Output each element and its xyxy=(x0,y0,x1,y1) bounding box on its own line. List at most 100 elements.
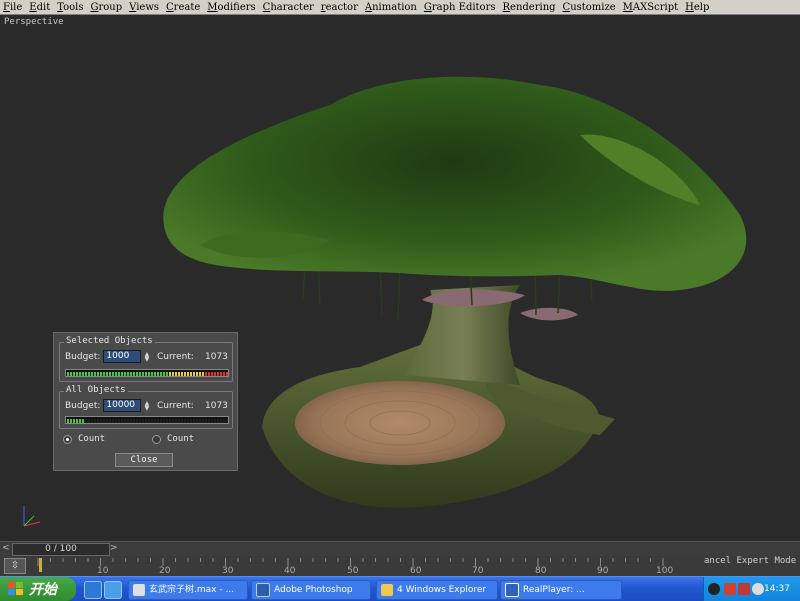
all-meter-segment xyxy=(76,419,78,423)
track-bar[interactable]: ⇳ 10 20 30 40 50 60 70 80 90 100 xyxy=(0,556,800,576)
menu-animation[interactable]: Animation xyxy=(362,2,421,13)
antivirus-icon[interactable] xyxy=(738,583,750,595)
all-budget-spinner[interactable]: 10000 xyxy=(103,399,142,412)
all-meter-segment xyxy=(163,419,165,423)
selected-meter-segment xyxy=(112,372,114,376)
chevron-right-icon[interactable]: > xyxy=(110,543,119,555)
start-label: 开始 xyxy=(29,582,57,598)
menu-character[interactable]: Character xyxy=(260,2,318,13)
all-meter-segment xyxy=(106,419,108,423)
task-photoshop[interactable]: Adobe Photoshop xyxy=(251,580,371,600)
selected-meter-segment xyxy=(70,372,72,376)
all-meter-segment xyxy=(199,419,201,423)
selected-meter-segment xyxy=(142,372,144,376)
selected-meter-segment xyxy=(91,372,93,376)
selected-meter-segment xyxy=(220,372,222,376)
all-meter-segment xyxy=(208,419,210,423)
spinner-arrows-icon[interactable]: ▲ ▼ xyxy=(143,400,150,411)
all-meter-segment xyxy=(130,419,132,423)
selected-meter-segment xyxy=(154,372,156,376)
all-objects-title: All Objects xyxy=(64,385,128,395)
windows-logo-icon xyxy=(8,582,23,595)
menu-modifiers[interactable]: Modifiers xyxy=(204,2,259,13)
selected-meter-segment xyxy=(217,372,219,376)
selected-meter-segment xyxy=(79,372,81,376)
show-desktop-icon[interactable] xyxy=(104,581,122,599)
ruler-label: 20 xyxy=(159,566,171,576)
all-meter-bar xyxy=(67,419,228,423)
all-meter-segment xyxy=(217,419,219,423)
qq-icon[interactable] xyxy=(708,583,720,595)
selected-meter-segment xyxy=(157,372,159,376)
selected-meter-segment xyxy=(106,372,108,376)
tray-app-icon[interactable] xyxy=(724,583,736,595)
all-meter-segment xyxy=(214,419,216,423)
selected-meter-segment xyxy=(121,372,123,376)
menu-edit[interactable]: Edit xyxy=(26,2,54,13)
selected-meter-segment xyxy=(196,372,198,376)
selected-meter-segment xyxy=(139,372,141,376)
expert-mode-text[interactable]: ancel Expert Mode xyxy=(704,556,796,566)
selected-meter-segment xyxy=(115,372,117,376)
all-meter-segment xyxy=(124,419,126,423)
perspective-viewport[interactable]: Perspective Selected Objects Budget: 100… xyxy=(0,15,800,540)
menu-customize[interactable]: Customize xyxy=(560,2,620,13)
frame-indicator[interactable]: 0 / 100 xyxy=(12,543,110,556)
clock: 14:37 xyxy=(764,584,790,594)
all-meter-segment xyxy=(157,419,159,423)
task-realplayer-label: RealPlayer: ... xyxy=(523,585,585,595)
all-meter-segment xyxy=(184,419,186,423)
selected-meter-segment xyxy=(67,372,69,376)
selected-meter-segment xyxy=(100,372,102,376)
all-meter-segment xyxy=(145,419,147,423)
selected-meter-segment xyxy=(130,372,132,376)
realplayer-icon xyxy=(505,583,519,597)
menu-file[interactable]: File xyxy=(0,2,26,13)
selected-meter-segment xyxy=(175,372,177,376)
menu-maxscript[interactable]: MAXScript xyxy=(620,2,682,13)
task-realplayer[interactable]: RealPlayer: ... xyxy=(500,580,622,600)
radio-count-2[interactable]: Count xyxy=(152,434,194,444)
task-photoshop-label: Adobe Photoshop xyxy=(274,585,353,595)
selected-meter-segment xyxy=(127,372,129,376)
start-button[interactable]: 开始 xyxy=(0,577,76,601)
all-meter-segment xyxy=(205,419,207,423)
all-meter-segment xyxy=(70,419,72,423)
radio-selected-icon[interactable] xyxy=(63,434,72,444)
all-meter-segment xyxy=(91,419,93,423)
radio-count-1[interactable]: Count xyxy=(63,434,105,444)
spinner-arrows-icon[interactable]: ▲ ▼ xyxy=(143,351,150,362)
selected-current-label: Current: xyxy=(157,352,194,362)
selected-meter-segment xyxy=(163,372,165,376)
all-meter-segment xyxy=(223,419,225,423)
chevron-left-icon[interactable]: < xyxy=(2,543,11,555)
menu-rendering[interactable]: Rendering xyxy=(500,2,560,13)
radio-unselected-icon[interactable] xyxy=(152,434,161,444)
menu-reactor[interactable]: reactor xyxy=(318,2,362,13)
menu-tools[interactable]: Tools xyxy=(54,2,87,13)
current-frame-marker[interactable] xyxy=(39,558,42,572)
volume-icon[interactable] xyxy=(752,583,764,595)
time-slider[interactable]: < 0 / 100 > xyxy=(0,541,800,556)
menu-group[interactable]: Group xyxy=(88,2,127,13)
all-meter-segment xyxy=(112,419,114,423)
task-3dsmax[interactable]: 玄武宗子树.max - ... xyxy=(128,580,248,600)
selected-budget-spinner[interactable]: 1000 xyxy=(103,350,142,363)
menu-graph-editors[interactable]: Graph Editors xyxy=(421,2,500,13)
all-meter-segment xyxy=(115,419,117,423)
ruler-label: 50 xyxy=(347,566,359,576)
all-meter-segment xyxy=(109,419,111,423)
selected-objects-group: Selected Objects Budget: 1000 ▲ ▼ Current… xyxy=(59,336,233,382)
menu-create[interactable]: Create xyxy=(163,2,204,13)
close-button[interactable]: Close xyxy=(115,453,173,467)
all-current-value: 1073 xyxy=(205,401,228,411)
menu-help[interactable]: Help xyxy=(682,2,713,13)
selected-meter-segment xyxy=(193,372,195,376)
ie-icon[interactable] xyxy=(84,581,102,599)
selected-meter-segment xyxy=(208,372,210,376)
menu-views[interactable]: Views xyxy=(126,2,163,13)
task-explorer[interactable]: 4 Windows Explorer xyxy=(376,580,498,600)
viewport-label[interactable]: Perspective xyxy=(4,17,64,27)
selected-current-value: 1073 xyxy=(205,352,228,362)
all-meter-segment xyxy=(127,419,129,423)
